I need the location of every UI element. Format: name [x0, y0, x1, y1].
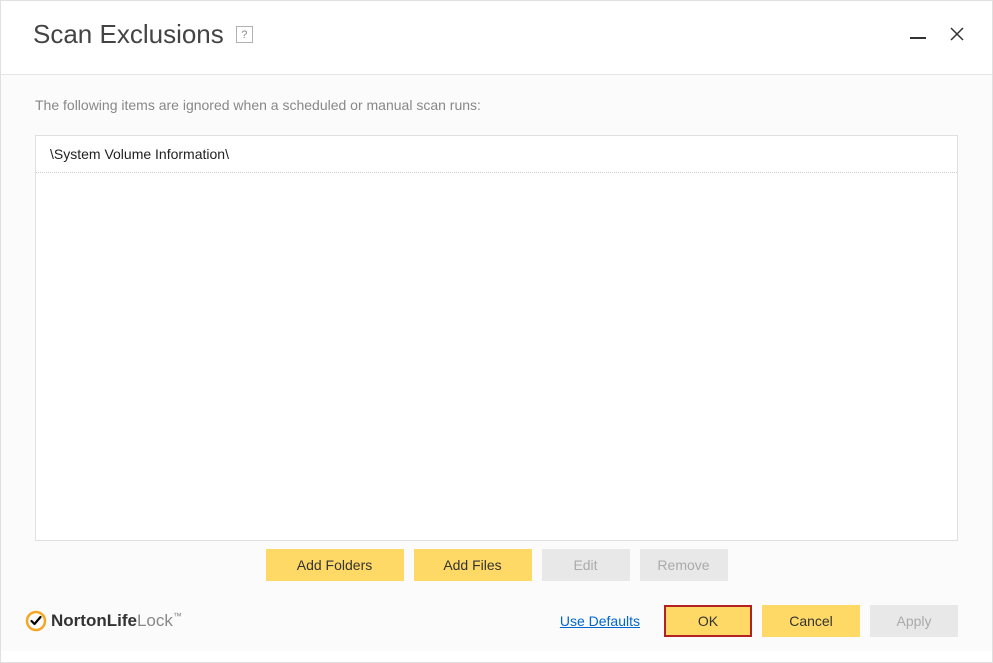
brand-logo: NortonLifeLock™: [25, 610, 182, 632]
edit-button: Edit: [542, 549, 630, 581]
dialog-content: The following items are ignored when a s…: [1, 75, 992, 591]
brand-bold: NortonLife: [51, 611, 137, 630]
help-icon: ?: [241, 29, 247, 41]
use-defaults-link[interactable]: Use Defaults: [560, 613, 640, 629]
window-controls: [910, 26, 964, 44]
exclusions-list[interactable]: \System Volume Information\: [35, 135, 958, 541]
header-left: Scan Exclusions ?: [33, 19, 253, 50]
cancel-button[interactable]: Cancel: [762, 605, 860, 637]
brand-light: Lock: [137, 611, 173, 630]
minimize-icon[interactable]: [910, 37, 926, 39]
footer-right: Use Defaults OK Cancel Apply: [560, 605, 958, 637]
norton-checkmark-icon: [25, 610, 47, 632]
remove-button: Remove: [640, 549, 728, 581]
add-folders-button[interactable]: Add Folders: [266, 549, 404, 581]
action-buttons-row: Add Folders Add Files Edit Remove: [35, 549, 958, 591]
apply-button: Apply: [870, 605, 958, 637]
help-button[interactable]: ?: [236, 26, 253, 43]
trademark-icon: ™: [173, 611, 182, 621]
brand-text: NortonLifeLock™: [51, 611, 182, 631]
dialog-footer: NortonLifeLock™ Use Defaults OK Cancel A…: [1, 591, 992, 651]
footer-buttons: OK Cancel Apply: [664, 605, 958, 637]
dialog-header: Scan Exclusions ?: [1, 1, 992, 75]
description-text: The following items are ignored when a s…: [35, 97, 958, 113]
add-files-button[interactable]: Add Files: [414, 549, 532, 581]
list-item[interactable]: \System Volume Information\: [36, 136, 957, 173]
ok-button[interactable]: OK: [664, 605, 752, 637]
close-icon[interactable]: [950, 26, 964, 44]
dialog-title: Scan Exclusions: [33, 19, 224, 50]
